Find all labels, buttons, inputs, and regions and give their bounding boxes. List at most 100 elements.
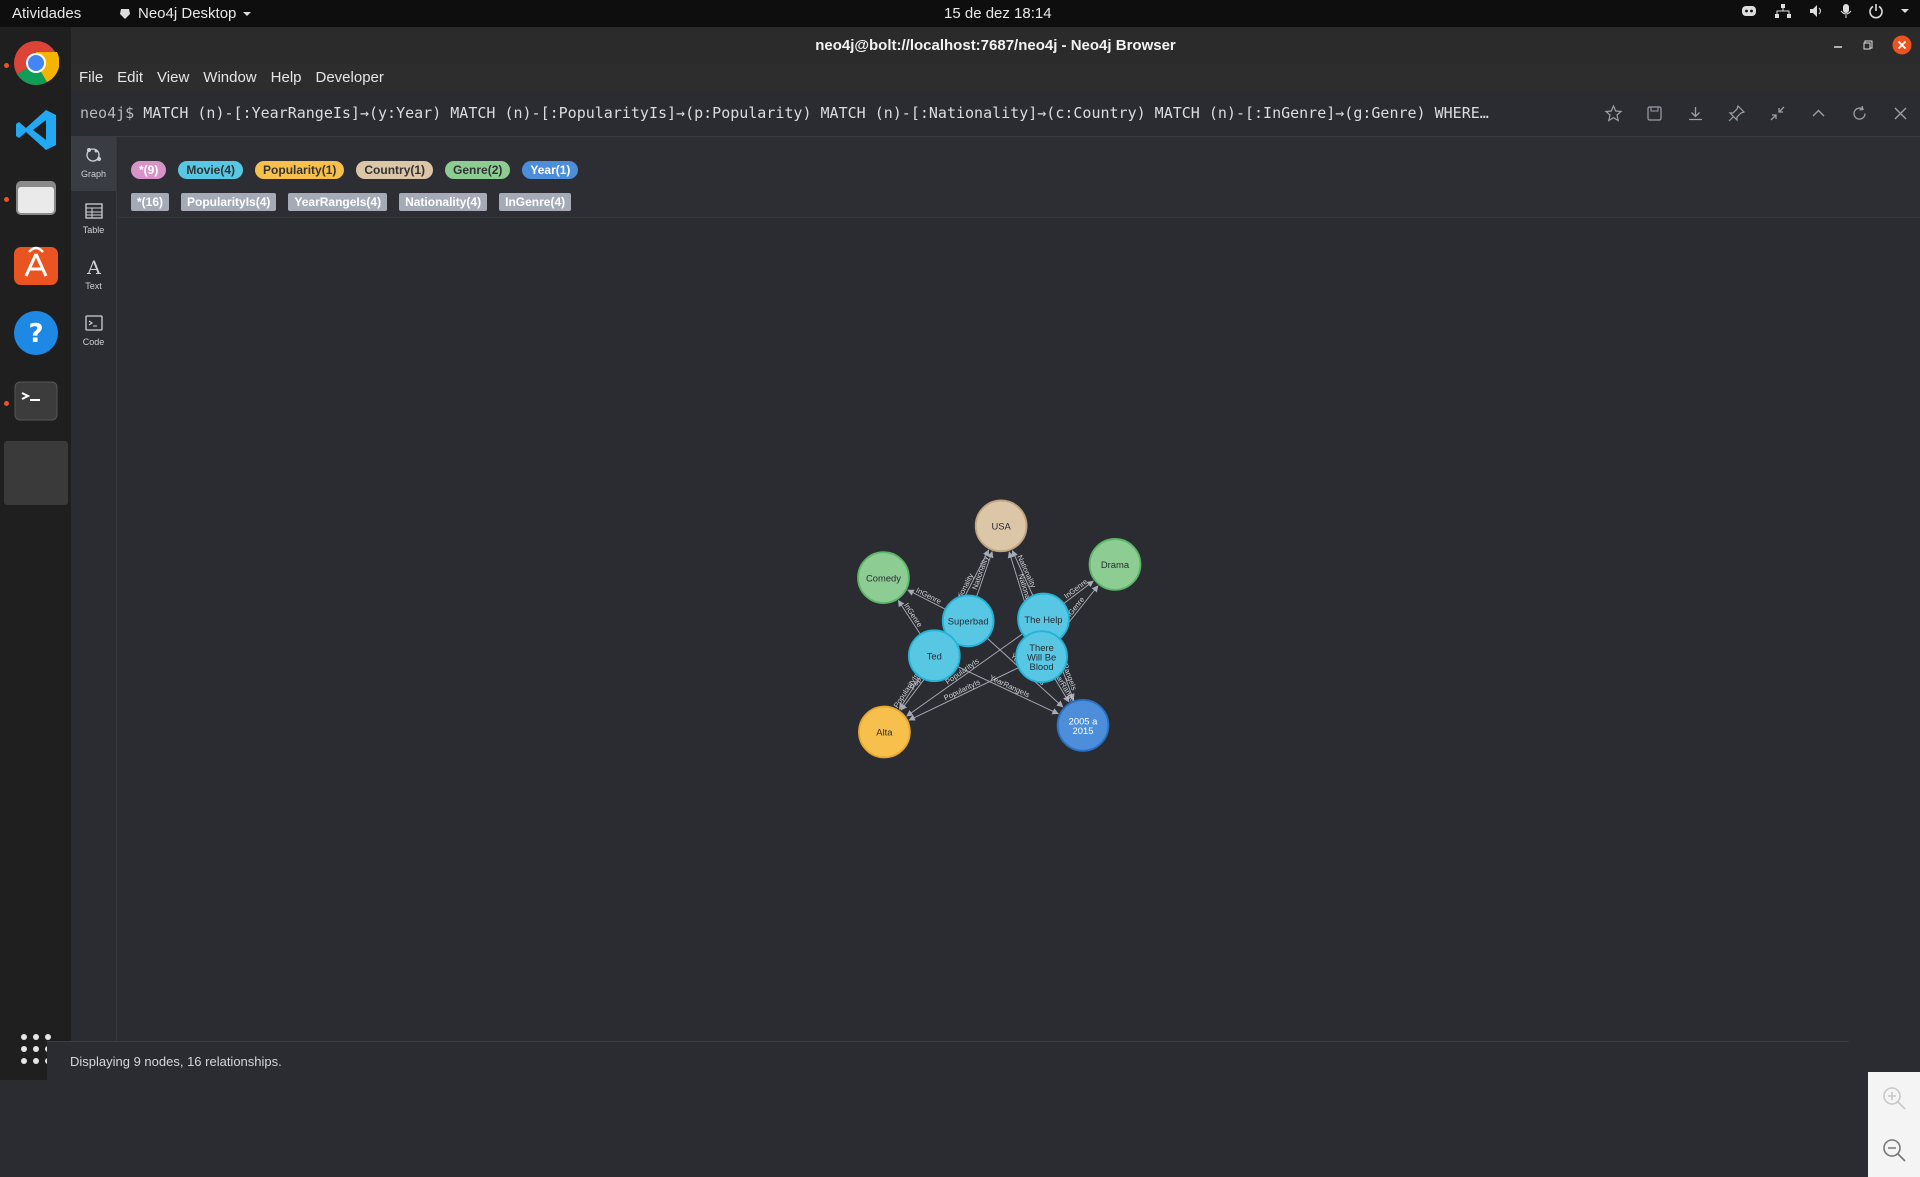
view-code-button[interactable]: Code xyxy=(71,305,116,359)
close-icon xyxy=(1894,107,1907,120)
menu-edit[interactable]: Edit xyxy=(117,69,143,86)
frame-actions xyxy=(1604,104,1910,123)
dock-software[interactable] xyxy=(10,239,62,291)
view-graph-label: Graph xyxy=(80,169,106,179)
microphone-icon[interactable] xyxy=(1840,3,1852,19)
view-table-label: Table xyxy=(82,225,105,235)
node-label-superbad: Superbad xyxy=(948,616,989,627)
activities-button[interactable]: Atividades xyxy=(12,5,81,22)
query-editor[interactable]: neo4j$ MATCH (n)-[:YearRangeIs]→(y:Year)… xyxy=(80,104,1590,122)
software-store-icon xyxy=(14,246,58,285)
window-title-bar[interactable]: neo4j@bolt://localhost:7687/neo4j - Neo4… xyxy=(71,27,1920,64)
node-label-thehelp: The Help xyxy=(1024,614,1062,625)
collapse-button[interactable] xyxy=(1809,104,1828,123)
legend-rel-popularityis[interactable]: PopularityIs(4) xyxy=(181,193,277,211)
chevron-down-icon[interactable] xyxy=(1900,6,1910,16)
graph-legend: *(9) Movie(4) Popularity(1) Country(1) G… xyxy=(118,137,1920,218)
table-icon xyxy=(84,203,103,219)
relationship-label: Nationality xyxy=(970,555,990,591)
chevron-down-icon xyxy=(243,11,252,16)
menu-file[interactable]: File xyxy=(79,69,103,86)
network-icon[interactable] xyxy=(1774,3,1792,19)
dock-vscode[interactable] xyxy=(10,104,62,156)
system-tray[interactable] xyxy=(1740,3,1910,19)
graph-icon xyxy=(85,148,101,162)
clock[interactable]: 15 de dez 18:14 xyxy=(944,5,1052,22)
query-prompt: neo4j$ xyxy=(80,104,135,122)
power-icon[interactable] xyxy=(1868,3,1884,19)
zoom-controls xyxy=(1868,1072,1920,1177)
view-text-button[interactable]: A Text xyxy=(71,249,116,303)
neo4j-browser-window: neo4j@bolt://localhost:7687/neo4j - Neo4… xyxy=(71,27,1920,1177)
volume-icon[interactable] xyxy=(1808,3,1824,19)
download-icon xyxy=(1689,107,1702,121)
save-button[interactable] xyxy=(1645,104,1664,123)
code-icon xyxy=(84,315,103,331)
close-window-icon[interactable] xyxy=(1892,35,1912,55)
view-code-label: Code xyxy=(82,337,105,347)
export-button[interactable] xyxy=(1686,104,1705,123)
legend-node-all[interactable]: *(9) xyxy=(131,161,167,179)
view-table-button[interactable]: Table xyxy=(71,193,116,247)
neo4j-desktop-icon xyxy=(120,8,130,19)
legend-node-year[interactable]: Year(1) xyxy=(522,161,579,179)
menu-bar: File Edit View Window Help Developer xyxy=(71,64,1920,91)
star-icon xyxy=(1604,104,1623,122)
dock-neo4j-desktop[interactable] xyxy=(4,441,68,505)
menu-help[interactable]: Help xyxy=(271,69,302,86)
relationship-label: InGenre xyxy=(915,586,943,606)
relationship-label: InGenre xyxy=(902,601,924,629)
menu-view[interactable]: View xyxy=(157,69,189,86)
relationship-label: InGenre xyxy=(1062,577,1089,601)
files-icon xyxy=(16,181,56,215)
text-icon: A xyxy=(86,257,101,277)
app-menu[interactable]: Neo4j Desktop xyxy=(118,5,252,22)
app-menu-label: Neo4j Desktop xyxy=(138,5,237,22)
node-label-ted: Ted xyxy=(927,650,942,661)
save-icon xyxy=(1647,106,1662,121)
chevron-up-icon xyxy=(1812,109,1825,117)
fullscreen-button[interactable] xyxy=(1768,104,1787,123)
legend-node-popularity[interactable]: Popularity(1) xyxy=(255,161,345,179)
maximize-icon[interactable] xyxy=(1862,39,1874,51)
dock-chrome[interactable] xyxy=(10,37,62,89)
legend-rel-nationality[interactable]: Nationality(4) xyxy=(399,193,488,211)
minimize-icon[interactable] xyxy=(1832,39,1844,51)
legend-node-movie[interactable]: Movie(4) xyxy=(178,161,244,179)
node-label-drama: Drama xyxy=(1101,559,1130,570)
discord-icon[interactable] xyxy=(1740,3,1758,19)
dock: ? xyxy=(0,27,71,1080)
running-indicator xyxy=(4,401,9,406)
legend-rel-all[interactable]: *(16) xyxy=(131,193,170,211)
rerun-button[interactable] xyxy=(1850,104,1869,123)
query-text: MATCH (n)-[:YearRangeIs]→(y:Year) MATCH … xyxy=(143,104,1489,122)
running-indicator xyxy=(4,197,9,202)
node-label-alta: Alta xyxy=(876,727,893,738)
window-title: neo4j@bolt://localhost:7687/neo4j - Neo4… xyxy=(815,37,1176,54)
zoom-out-button[interactable] xyxy=(1868,1124,1920,1176)
node-label-twbb: There Will Be Blood xyxy=(1027,642,1056,672)
help-icon: ? xyxy=(14,311,58,355)
relationship-label: PopularityIs xyxy=(892,672,921,710)
zoom-out-icon xyxy=(1883,1139,1906,1162)
menu-developer[interactable]: Developer xyxy=(316,69,384,86)
svg-text:?: ? xyxy=(28,319,43,349)
legend-rel-yearrangeis[interactable]: YearRangeIs(4) xyxy=(288,193,388,211)
terminal-icon xyxy=(14,381,58,421)
collapse-arrows-icon xyxy=(1770,106,1785,121)
close-frame-button[interactable] xyxy=(1891,104,1910,123)
legend-rel-ingenre[interactable]: InGenre(4) xyxy=(499,193,572,211)
view-graph-button[interactable]: Graph xyxy=(71,137,116,191)
result-frame: *(9) Movie(4) Popularity(1) Country(1) G… xyxy=(118,137,1920,1177)
favorite-button[interactable] xyxy=(1604,104,1623,123)
legend-node-genre[interactable]: Genre(2) xyxy=(445,161,511,179)
legend-node-country[interactable]: Country(1) xyxy=(356,161,434,179)
dock-files[interactable] xyxy=(10,171,62,223)
menu-window[interactable]: Window xyxy=(203,69,256,86)
window-controls xyxy=(1832,35,1912,55)
dock-terminal[interactable] xyxy=(10,375,62,427)
dock-help[interactable]: ? xyxy=(10,307,62,359)
refresh-icon xyxy=(1853,105,1866,120)
pin-button[interactable] xyxy=(1727,104,1746,123)
graph-canvas[interactable]: NationalityNationalityNationalityNationa… xyxy=(118,219,1920,1019)
